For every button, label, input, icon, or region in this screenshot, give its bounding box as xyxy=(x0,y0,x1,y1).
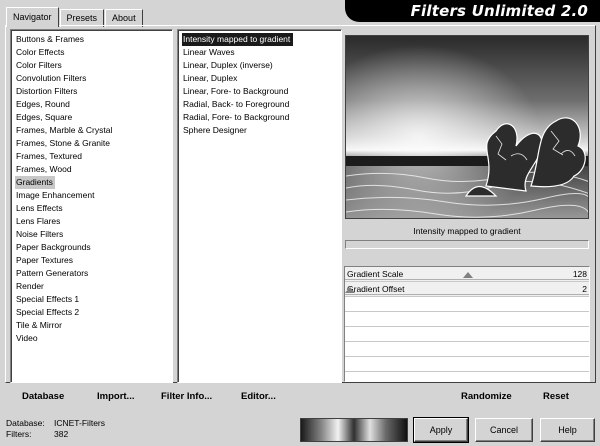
parameter-panel: Gradient Scale 128 Gradient Offset 2 xyxy=(344,266,590,382)
category-item[interactable]: Convolution Filters xyxy=(15,72,172,85)
category-item[interactable]: Gradients xyxy=(15,176,55,189)
database-button[interactable]: Database xyxy=(22,391,64,402)
category-item[interactable]: Buttons & Frames xyxy=(15,33,172,46)
category-item[interactable]: Image Enhancement xyxy=(15,189,172,202)
category-item[interactable]: Color Filters xyxy=(15,59,172,72)
category-item[interactable]: Edges, Square xyxy=(15,111,172,124)
category-item[interactable]: Video xyxy=(15,332,172,345)
category-item[interactable]: Distortion Filters xyxy=(15,85,172,98)
slider-thumb[interactable] xyxy=(463,272,473,278)
preview-caption: Intensity mapped to gradient xyxy=(413,226,521,236)
filter-item[interactable]: Linear, Duplex xyxy=(182,72,341,85)
status-info: Database: ICNET-Filters Filters: 382 xyxy=(6,418,105,440)
category-item[interactable]: Edges, Round xyxy=(15,98,172,111)
parameter-row-empty xyxy=(345,327,589,342)
category-item[interactable]: Lens Effects xyxy=(15,202,172,215)
database-label: Database: xyxy=(6,418,45,428)
category-item[interactable]: Lens Flares xyxy=(15,215,172,228)
parameter-row[interactable]: Gradient Scale 128 xyxy=(345,267,589,282)
category-item[interactable]: Tile & Mirror xyxy=(15,319,172,332)
filter-list[interactable]: Intensity mapped to gradient Linear Waves… xyxy=(177,29,342,383)
category-item[interactable]: Noise Filters xyxy=(15,228,172,241)
app-title: Filters Unlimited 2.0 xyxy=(410,2,588,20)
category-item[interactable]: Special Effects 1 xyxy=(15,293,172,306)
category-item[interactable]: Pattern Generators xyxy=(15,267,172,280)
category-list[interactable]: Buttons & Frames Color Effects Color Filte… xyxy=(10,29,173,383)
slider-track[interactable] xyxy=(345,279,589,280)
category-item[interactable]: Frames, Wood xyxy=(15,163,172,176)
category-item[interactable]: Paper Backgrounds xyxy=(15,241,172,254)
import-button[interactable]: Import... xyxy=(97,391,134,402)
filter-info-button[interactable]: Filter Info... xyxy=(161,391,212,402)
parameter-value: 128 xyxy=(572,269,587,279)
parameter-label: Gradient Scale xyxy=(347,269,404,279)
category-item[interactable]: Frames, Stone & Granite xyxy=(15,137,172,150)
filter-item[interactable]: Linear, Duplex (inverse) xyxy=(182,59,341,72)
category-item[interactable]: Paper Textures xyxy=(15,254,172,267)
title-banner: Filters Unlimited 2.0 xyxy=(345,0,600,22)
category-item[interactable]: Render xyxy=(15,280,172,293)
database-value: ICNET-Filters xyxy=(54,418,105,428)
parameter-row-empty xyxy=(345,342,589,357)
randomize-button[interactable]: Randomize xyxy=(461,391,512,402)
category-item[interactable]: Frames, Marble & Crystal xyxy=(15,124,172,137)
slider-track[interactable] xyxy=(345,294,589,295)
filter-item[interactable]: Linear Waves xyxy=(182,46,341,59)
filters-value: 382 xyxy=(54,429,69,439)
parameter-label: Gradient Offset xyxy=(347,284,405,294)
help-button[interactable]: Help xyxy=(540,418,595,442)
reset-button[interactable]: Reset xyxy=(543,391,569,402)
parameter-row-empty xyxy=(345,357,589,372)
apply-button[interactable]: Apply xyxy=(413,417,469,443)
tab-navigator[interactable]: Navigator xyxy=(6,7,59,27)
category-item[interactable]: Frames, Textured xyxy=(15,150,172,163)
category-item[interactable]: Special Effects 2 xyxy=(15,306,172,319)
slider-thumb[interactable] xyxy=(345,287,355,293)
filter-item[interactable]: Intensity mapped to gradient xyxy=(182,33,294,46)
filter-item[interactable]: Sphere Designer xyxy=(182,124,341,137)
preview-image xyxy=(345,35,589,219)
gradient-swatch[interactable] xyxy=(300,418,408,442)
category-item[interactable]: Color Effects xyxy=(15,46,172,59)
filter-item[interactable]: Radial, Back- to Foreground xyxy=(182,98,341,111)
parameter-row-empty xyxy=(345,312,589,327)
filters-label: Filters: xyxy=(6,429,32,439)
tab-strip: Navigator Presets About xyxy=(6,7,144,27)
parameter-row[interactable]: Gradient Offset 2 xyxy=(345,282,589,297)
editor-button[interactable]: Editor... xyxy=(241,391,276,402)
filter-item[interactable]: Radial, Fore- to Background xyxy=(182,111,341,124)
progress-bar xyxy=(345,240,589,249)
cancel-button[interactable]: Cancel xyxy=(475,418,533,442)
parameter-value: 2 xyxy=(582,284,587,294)
parameter-row-empty xyxy=(345,297,589,312)
filter-item[interactable]: Linear, Fore- to Background xyxy=(182,85,341,98)
